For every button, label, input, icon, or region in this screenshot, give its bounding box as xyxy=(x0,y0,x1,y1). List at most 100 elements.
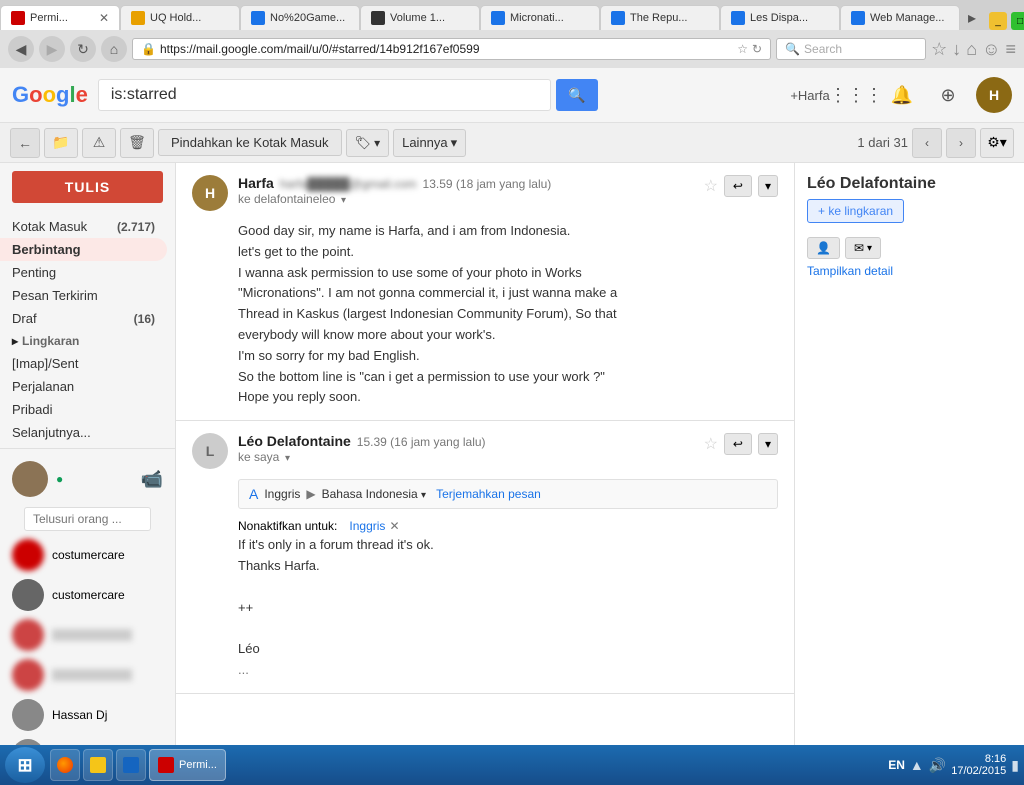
tab-web[interactable]: Web Manage... xyxy=(840,5,960,30)
refresh-small-icon[interactable]: ↻ xyxy=(752,42,762,56)
home-nav-icon[interactable]: ⌂ xyxy=(966,39,977,60)
language-indicator[interactable]: EN xyxy=(888,758,905,772)
translate-lang-chevron[interactable]: ▾ xyxy=(421,490,426,501)
gmail-search-input[interactable] xyxy=(98,79,552,111)
chat-contact-customercare[interactable]: customercare xyxy=(12,575,163,615)
tab-uq[interactable]: UQ Hold... xyxy=(120,5,240,30)
system-clock[interactable]: 8:16 17/02/2015 xyxy=(951,753,1006,777)
menu-icon[interactable]: ≡ xyxy=(1005,39,1016,60)
home-btn[interactable]: ⌂ xyxy=(101,36,127,62)
back-btn[interactable]: ◀ xyxy=(8,36,34,62)
show-desktop-icon[interactable]: ▮ xyxy=(1011,757,1019,774)
translate-message-btn[interactable]: Terjemahkan pesan xyxy=(436,487,541,501)
apps-grid-btn[interactable]: ⋮⋮⋮ xyxy=(838,77,874,113)
start-button[interactable]: ⊞ xyxy=(5,747,45,783)
address-bar[interactable]: 🔒 https://mail.google.com/mail/u/0/#star… xyxy=(132,38,771,60)
chat-contact-hassandj[interactable]: Hassan Dj xyxy=(12,695,163,735)
tab-favicon-dispa xyxy=(731,11,745,25)
taskbar-gmail-btn[interactable]: Permi... xyxy=(149,749,226,781)
settings-btn[interactable]: ⚙▾ xyxy=(980,128,1014,158)
download-icon[interactable]: ↓ xyxy=(952,39,961,60)
taskbar-firefox[interactable] xyxy=(50,749,80,781)
sidebar-item-starred[interactable]: Berbintang xyxy=(0,238,167,261)
move-inbox-btn[interactable]: Pindahkan ke Kotak Masuk xyxy=(158,129,342,156)
prev-page-btn[interactable]: ‹ xyxy=(912,128,942,158)
more-message-2-btn[interactable]: ▾ xyxy=(758,433,778,455)
video-chat-icon[interactable]: 📹 xyxy=(141,469,163,490)
sidebar-item-more[interactable]: Selanjutnya... xyxy=(0,421,167,444)
tab-micro[interactable]: Micronati... xyxy=(480,5,600,30)
chat-search-input[interactable] xyxy=(24,507,151,531)
show-detail-link[interactable]: Tampilkan detail xyxy=(807,264,893,278)
contact-email-icon[interactable]: ✉▾ xyxy=(845,237,881,259)
face-icon[interactable]: ☺ xyxy=(982,39,1000,60)
email-dropdown-icon[interactable]: ▾ xyxy=(867,243,872,254)
star-message-2-btn[interactable]: ☆ xyxy=(704,434,718,454)
sidebar-circles-toggle[interactable]: ▸ Lingkaran xyxy=(0,330,175,352)
gmail-header: Google 🔍 +Harfa ⋮⋮⋮ 🔔 ⊕ H xyxy=(0,68,1024,123)
expand-recipients-2-icon[interactable]: ▾ xyxy=(285,453,290,464)
bookmark-icon[interactable]: ☆ xyxy=(931,39,947,60)
archive-btn[interactable]: 📁 xyxy=(44,128,78,158)
reply-message-1-btn[interactable]: ↩ xyxy=(724,175,752,197)
forward-btn[interactable]: ▶ xyxy=(39,36,65,62)
network-icon[interactable]: ▲ xyxy=(910,757,924,773)
compose-btn[interactable]: TULIS xyxy=(12,171,163,203)
next-page-btn[interactable]: › xyxy=(946,128,976,158)
browser-search-box[interactable]: 🔍 Search xyxy=(776,38,926,60)
windows-logo: ⊞ xyxy=(17,755,32,776)
bookmark-star-icon[interactable]: ☆ xyxy=(737,42,748,56)
chat-contact-blurred1[interactable] xyxy=(12,615,163,655)
chat-contact-costumercare[interactable]: costumercare xyxy=(12,535,163,575)
reload-btn[interactable]: ↻ xyxy=(70,36,96,62)
delete-btn[interactable]: 🗑 xyxy=(120,128,154,158)
user-avatar[interactable]: H xyxy=(976,77,1012,113)
tab-close-gmail[interactable]: ✕ xyxy=(99,11,109,25)
sidebar-item-imap[interactable]: [Imap]/Sent xyxy=(0,352,167,375)
inbox-label: Kotak Masuk xyxy=(12,219,87,234)
volume-icon[interactable]: 🔊 xyxy=(929,757,946,774)
taskbar-media[interactable] xyxy=(116,749,146,781)
sidebar-item-sent[interactable]: Pesan Terkirim xyxy=(0,284,167,307)
more-message-1-btn[interactable]: ▾ xyxy=(758,175,778,197)
reply-message-2-btn[interactable]: ↩ xyxy=(724,433,752,455)
back-to-inbox-btn[interactable]: ← xyxy=(10,128,40,158)
taskbar-explorer[interactable] xyxy=(83,749,113,781)
tab-volume[interactable]: Volume 1... xyxy=(360,5,480,30)
disable-translate-close-icon[interactable]: ✕ xyxy=(389,519,399,533)
add-circle-btn[interactable]: + ke lingkaran xyxy=(807,199,904,223)
sidebar-item-travel[interactable]: Perjalanan xyxy=(0,375,167,398)
imap-label: [Imap]/Sent xyxy=(12,356,78,371)
circles-label: Lingkaran xyxy=(22,334,79,348)
chat-contact-blurred2[interactable] xyxy=(12,655,163,695)
more-chevron-icon: ▾ xyxy=(451,135,458,151)
system-tray: EN ▲ 🔊 8:16 17/02/2015 ▮ xyxy=(888,753,1019,777)
more-options-btn[interactable]: Lainnya ▾ xyxy=(393,129,466,157)
disable-translate-btn[interactable]: Inggris xyxy=(349,519,385,533)
message-1-body: Good day sir, my name is Harfa, and i am… xyxy=(238,221,778,408)
sidebar-item-important[interactable]: Penting xyxy=(0,261,167,284)
message-1-line-3: I wanna ask permission to use some of yo… xyxy=(238,263,778,284)
add-account-btn[interactable]: ⊕ xyxy=(930,77,966,113)
new-tab-btn[interactable]: ▸ xyxy=(960,5,984,30)
tab-game[interactable]: No%20Game... xyxy=(240,5,360,30)
contact-profile-icon[interactable]: 👤 xyxy=(807,237,840,259)
tab-repu[interactable]: The Repu... xyxy=(600,5,720,30)
expand-recipients-icon[interactable]: ▾ xyxy=(341,195,346,206)
add-user-header-btn[interactable]: +Harfa xyxy=(792,77,828,113)
minimize-btn[interactable]: _ xyxy=(989,12,1007,30)
tab-gmail[interactable]: Permi... ✕ xyxy=(0,5,120,30)
gmail-search-button[interactable]: 🔍 xyxy=(556,79,597,111)
label-btn[interactable]: 🏷 ▾ xyxy=(346,129,390,157)
sidebar-item-draft[interactable]: Draf (16) xyxy=(0,307,167,330)
notifications-btn[interactable]: 🔔 xyxy=(884,77,920,113)
right-panel: Léo Delafontaine + ke lingkaran 👤 ✉▾ Tam… xyxy=(794,163,1024,785)
message-2-ellipsis[interactable]: ... xyxy=(238,660,778,681)
star-message-1-btn[interactable]: ☆ xyxy=(704,176,718,196)
maximize-btn[interactable]: □ xyxy=(1011,12,1024,30)
sidebar-item-personal[interactable]: Pribadi xyxy=(0,398,167,421)
draft-label: Draf xyxy=(12,311,37,326)
tab-dispa[interactable]: Les Dispa... xyxy=(720,5,840,30)
report-spam-btn[interactable]: ⚠ xyxy=(82,128,116,158)
sidebar-item-inbox[interactable]: Kotak Masuk (2.717) xyxy=(0,215,167,238)
